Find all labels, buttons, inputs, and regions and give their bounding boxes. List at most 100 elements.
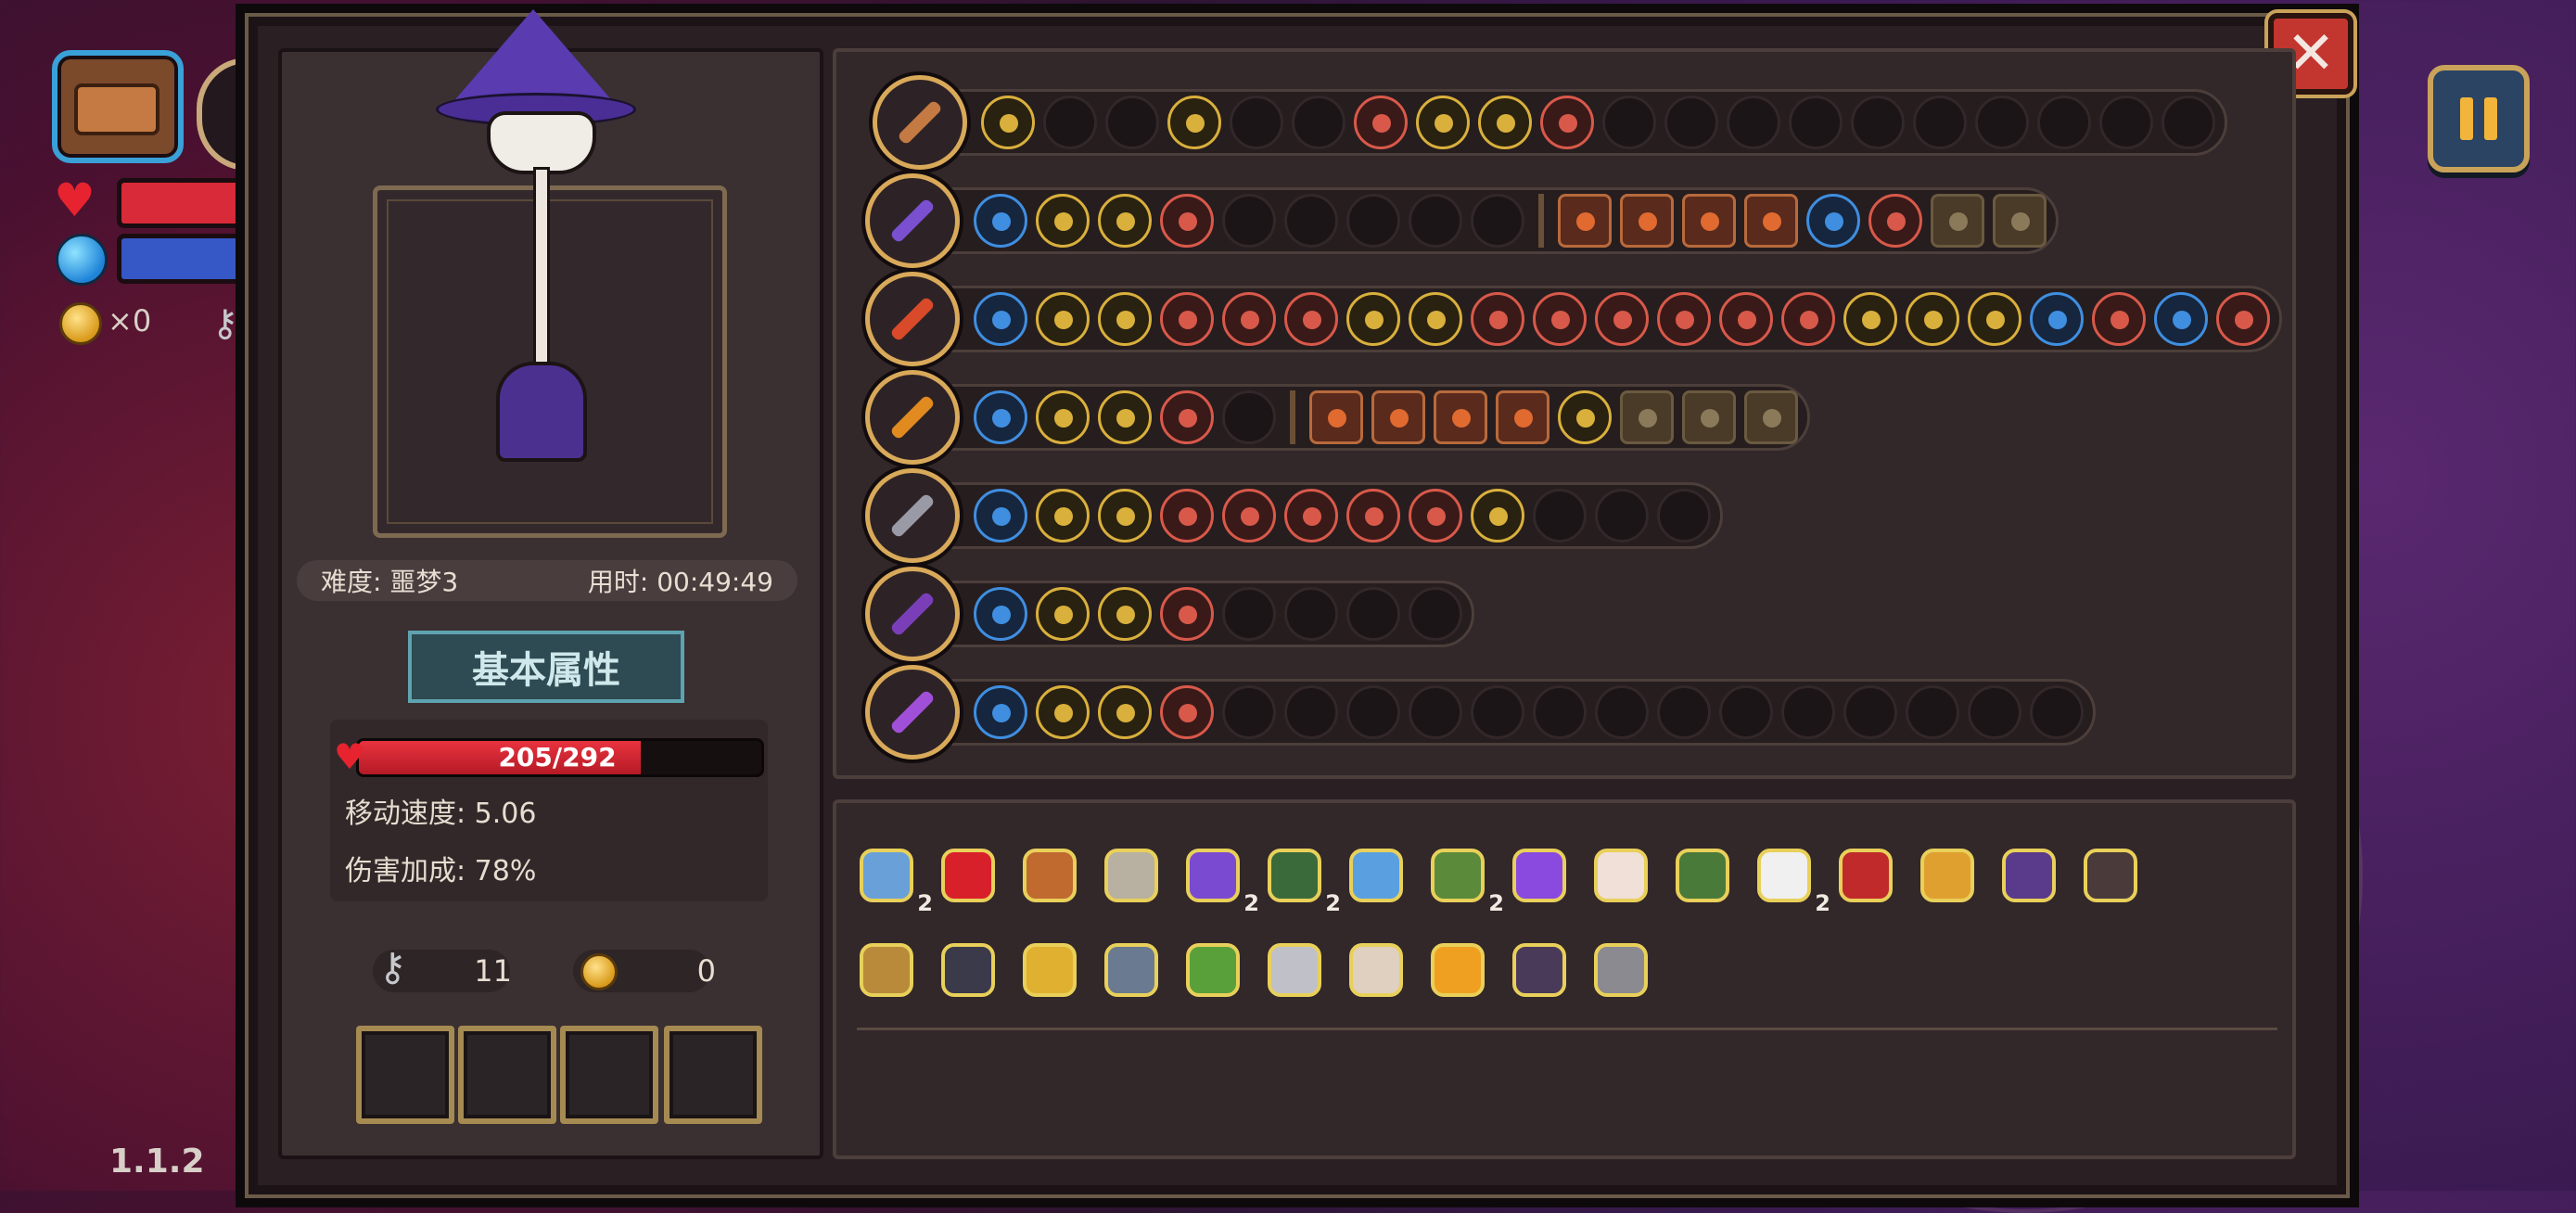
gem-slot[interactable] [1416, 96, 1470, 149]
empty-gem-slot[interactable] [1284, 685, 1338, 739]
gem-slot[interactable] [1781, 292, 1835, 346]
gem-slot[interactable] [1409, 292, 1462, 346]
gem-slot[interactable] [1744, 390, 1798, 444]
empty-gem-slot[interactable] [1533, 685, 1587, 739]
gem-slot[interactable] [1167, 96, 1221, 149]
gem-slot[interactable] [1036, 194, 1090, 248]
gem-slot[interactable] [1496, 390, 1549, 444]
empty-gem-slot[interactable] [1533, 489, 1587, 543]
gem-slot[interactable] [1036, 685, 1090, 739]
gem-slot[interactable] [1719, 292, 1773, 346]
gem-slot[interactable] [1968, 292, 2021, 346]
empty-gem-slot[interactable] [1346, 587, 1400, 641]
gem-slot[interactable] [2030, 292, 2084, 346]
equipment-slot[interactable] [664, 1026, 762, 1124]
gem-slot[interactable] [1160, 194, 1214, 248]
dark-gem-icon[interactable] [935, 937, 1001, 1003]
empty-gem-slot[interactable] [1975, 96, 2029, 149]
empty-gem-slot[interactable] [1409, 194, 1462, 248]
scroll-icon[interactable] [1914, 842, 1981, 909]
blue-ring-icon[interactable] [1343, 842, 1409, 909]
weapon-icon[interactable] [865, 665, 960, 760]
gem-slot[interactable] [2154, 292, 2208, 346]
crate-icon[interactable] [853, 937, 920, 1003]
purple-boot-icon[interactable] [1506, 842, 1573, 909]
gem-slot[interactable] [1160, 390, 1214, 444]
gem-slot[interactable] [1478, 96, 1532, 149]
empty-gem-slot[interactable] [1906, 685, 1959, 739]
empty-gem-slot[interactable] [1595, 685, 1649, 739]
gem-slot[interactable] [1098, 292, 1152, 346]
weapon-icon[interactable] [865, 567, 960, 661]
weapon-icon[interactable] [865, 468, 960, 563]
gem-slot[interactable] [1160, 587, 1214, 641]
gem-slot[interactable] [981, 96, 1035, 149]
empty-gem-slot[interactable] [1968, 685, 2021, 739]
gem-slot[interactable] [1806, 194, 1860, 248]
eye-amulet-icon[interactable] [1832, 842, 1899, 909]
empty-gem-slot[interactable] [1727, 96, 1780, 149]
empty-gem-slot[interactable] [1222, 685, 1276, 739]
empty-gem-slot[interactable] [1284, 194, 1338, 248]
fang-necklace-icon[interactable]: 2 [1751, 842, 1830, 916]
gem-slot[interactable] [1620, 390, 1674, 444]
gem-slot[interactable] [1682, 194, 1736, 248]
chest-armor-icon[interactable] [1506, 937, 1573, 1003]
gem-slot[interactable] [974, 587, 1027, 641]
gem-slot[interactable] [1906, 292, 1959, 346]
green-leaf-icon[interactable] [1669, 842, 1736, 909]
gem-slot[interactable] [974, 292, 1027, 346]
gem-slot[interactable] [1036, 489, 1090, 543]
gem-slot[interactable] [1620, 194, 1674, 248]
empty-gem-slot[interactable] [1602, 96, 1656, 149]
gem-slot[interactable] [1371, 390, 1425, 444]
ghost-shield-icon[interactable]: 2 [853, 842, 933, 916]
empty-gem-slot[interactable] [1719, 685, 1773, 739]
gem-slot[interactable] [1160, 685, 1214, 739]
gem-slot[interactable] [1222, 489, 1276, 543]
gem-slot[interactable] [1036, 390, 1090, 444]
empty-gem-slot[interactable] [1409, 587, 1462, 641]
green-boot-icon[interactable]: 2 [1424, 842, 1504, 916]
empty-gem-slot[interactable] [1346, 685, 1400, 739]
gem-slot[interactable] [1558, 194, 1612, 248]
gem-slot[interactable] [1098, 587, 1152, 641]
gem-slot[interactable] [1160, 489, 1214, 543]
gem-slot[interactable] [1036, 292, 1090, 346]
gem-slot[interactable] [1160, 292, 1214, 346]
gem-slot[interactable] [1744, 194, 1798, 248]
gem-slot[interactable] [1540, 96, 1594, 149]
gem-slot[interactable] [1354, 96, 1408, 149]
gem-slot[interactable] [1309, 390, 1363, 444]
gem-slot[interactable] [1036, 587, 1090, 641]
gem-slot[interactable] [1098, 194, 1152, 248]
gem-slot[interactable] [1471, 292, 1524, 346]
basic-attributes-tab[interactable]: 基本属性 [408, 631, 684, 703]
candy-corn-icon[interactable] [1424, 937, 1491, 1003]
equipment-slot[interactable] [458, 1026, 556, 1124]
empty-gem-slot[interactable] [2030, 685, 2084, 739]
bracer-icon[interactable] [1016, 842, 1083, 909]
gem-slot[interactable] [974, 685, 1027, 739]
gem-slot[interactable] [2092, 292, 2146, 346]
equipment-slot[interactable] [356, 1026, 454, 1124]
gem-slot[interactable] [1657, 292, 1711, 346]
weapon-icon[interactable] [865, 173, 960, 268]
gem-slot[interactable] [1868, 194, 1922, 248]
gem-slot[interactable] [1098, 685, 1152, 739]
weapon-icon[interactable] [865, 370, 960, 465]
empty-gem-slot[interactable] [1471, 194, 1524, 248]
gem-slot[interactable] [1346, 489, 1400, 543]
gem-slot[interactable] [1284, 292, 1338, 346]
red-orb-icon[interactable] [935, 842, 1001, 909]
empty-gem-slot[interactable] [1409, 685, 1462, 739]
backpack-weapon-icon[interactable] [873, 75, 967, 170]
empty-gem-slot[interactable] [1043, 96, 1097, 149]
empty-gem-slot[interactable] [1851, 96, 1905, 149]
weapon-icon[interactable] [865, 272, 960, 366]
gem-slot[interactable] [1434, 390, 1487, 444]
inventory-chest-icon[interactable] [52, 50, 184, 163]
empty-gem-slot[interactable] [1595, 489, 1649, 543]
empty-gem-slot[interactable] [1913, 96, 1967, 149]
gem-slot[interactable] [1682, 390, 1736, 444]
